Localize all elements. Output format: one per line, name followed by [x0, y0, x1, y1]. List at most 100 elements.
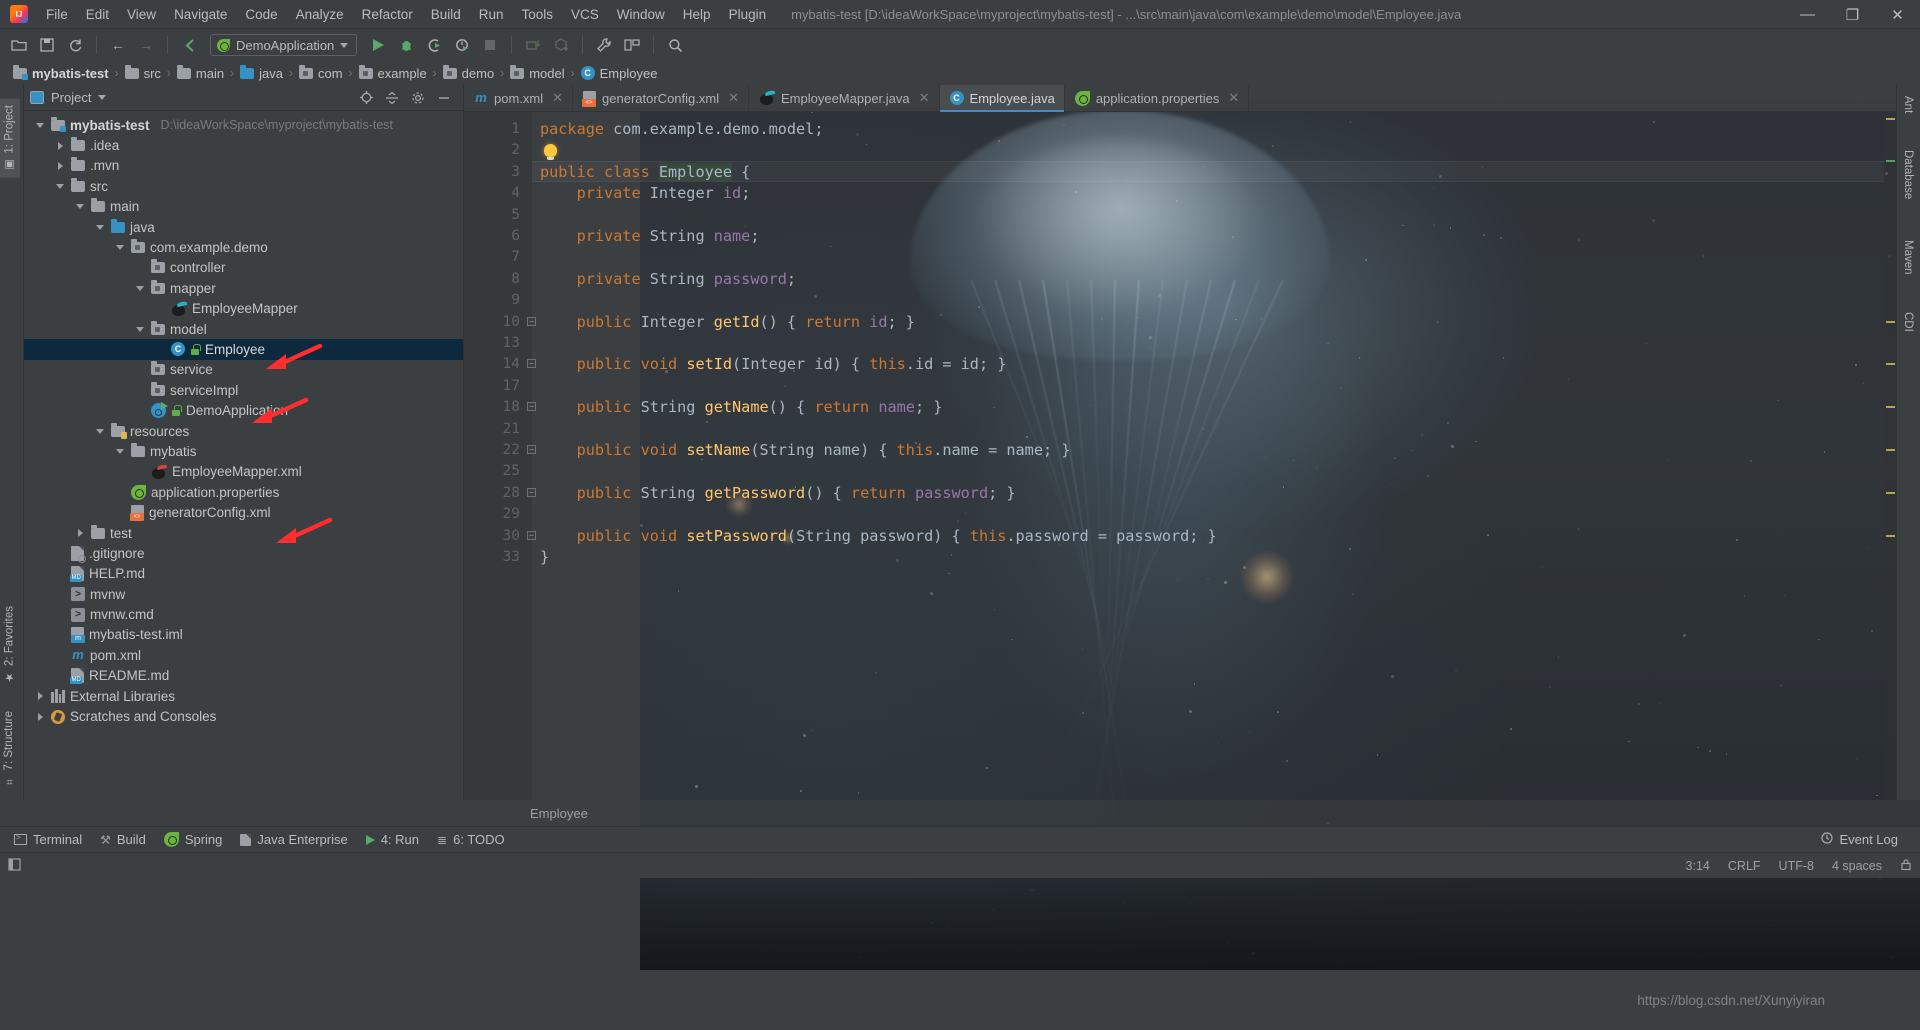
- tree-node-mybatis-test-iml[interactable]: mybatis-test.iml: [24, 625, 463, 645]
- tree-node-employeemapper[interactable]: EmployeeMapper: [24, 299, 463, 319]
- menu-item-file[interactable]: File: [37, 4, 77, 25]
- sidebar-item-project[interactable]: ▣ 1: Project: [0, 99, 20, 178]
- tree-node-java[interactable]: java: [24, 217, 463, 237]
- tree-node-mvnw-cmd[interactable]: mvnw.cmd: [24, 604, 463, 624]
- tree-node-main[interactable]: main: [24, 197, 463, 217]
- expand-arrow-icon[interactable]: [34, 712, 46, 721]
- tree-node-service[interactable]: service: [24, 360, 463, 380]
- navigate-back-icon[interactable]: ←: [105, 32, 131, 58]
- tool-window-6-todo[interactable]: ≣ 6: TODO: [429, 830, 513, 849]
- expand-arrow-icon[interactable]: [34, 692, 46, 701]
- tree-node-help-md[interactable]: MD HELP.md: [24, 564, 463, 584]
- breadcrumb-item-mybatis-test[interactable]: mybatis-test: [8, 64, 114, 81]
- menu-item-build[interactable]: Build: [422, 4, 470, 25]
- collapse-arrow-icon[interactable]: [74, 204, 86, 210]
- tree-node-model[interactable]: model: [24, 319, 463, 339]
- navigate-forward-icon[interactable]: →: [133, 32, 159, 58]
- menu-item-help[interactable]: Help: [674, 4, 720, 25]
- collapse-arrow-icon[interactable]: [54, 183, 66, 189]
- close-button[interactable]: ✕: [1875, 0, 1920, 29]
- close-tab-icon[interactable]: ✕: [552, 90, 563, 106]
- tree-node-com-example-demo[interactable]: com.example.demo: [24, 237, 463, 257]
- code-marker[interactable]: [1886, 363, 1895, 366]
- debug-icon[interactable]: [393, 32, 419, 58]
- run-configuration-selector[interactable]: DemoApplication: [210, 34, 358, 56]
- tool-window-terminal[interactable]: Terminal: [6, 830, 90, 849]
- close-tab-icon[interactable]: ✕: [728, 90, 739, 106]
- file-encoding[interactable]: UTF-8: [1779, 859, 1814, 873]
- tree-node-serviceimpl[interactable]: serviceImpl: [24, 380, 463, 400]
- tree-node-mvnw[interactable]: mvnw: [24, 584, 463, 604]
- editor-tab-application-properties[interactable]: application.properties ✕: [1064, 85, 1250, 111]
- menu-item-view[interactable]: View: [118, 4, 165, 25]
- maximize-button[interactable]: ❐: [1830, 0, 1875, 29]
- read-only-lock-icon[interactable]: [1900, 858, 1912, 874]
- tree-node-pom-xml[interactable]: m pom.xml: [24, 645, 463, 665]
- error-marker-strip[interactable]: [1884, 112, 1896, 800]
- tree-node-mybatis-test[interactable]: mybatis-test D:\ideaWorkSpace\myproject\m…: [24, 115, 463, 135]
- sync-icon[interactable]: [62, 32, 88, 58]
- update-project-icon[interactable]: [520, 32, 546, 58]
- sidebar-item-cdi[interactable]: CDI: [1898, 305, 1918, 339]
- open-folder-icon[interactable]: [6, 32, 32, 58]
- close-tab-icon[interactable]: ✕: [919, 90, 930, 106]
- breadcrumb-item-model[interactable]: model: [505, 64, 569, 81]
- commit-icon[interactable]: [548, 32, 574, 58]
- breadcrumb-item-example[interactable]: example: [354, 64, 432, 81]
- tree-node-application-properties[interactable]: application.properties: [24, 482, 463, 502]
- tree-node-mybatis[interactable]: mybatis: [24, 441, 463, 461]
- save-icon[interactable]: [34, 32, 60, 58]
- tree-node--mvn[interactable]: .mvn: [24, 156, 463, 176]
- editor-tab-employeemapper-java[interactable]: EmployeeMapper.java ✕: [749, 85, 940, 111]
- intention-bulb-icon[interactable]: [544, 144, 557, 161]
- menu-item-edit[interactable]: Edit: [77, 4, 118, 25]
- collapse-arrow-icon[interactable]: [134, 326, 146, 332]
- tree-node-scratches-and-consoles[interactable]: Scratches and Consoles: [24, 706, 463, 726]
- collapse-all-icon[interactable]: [383, 89, 401, 107]
- menu-item-window[interactable]: Window: [608, 4, 674, 25]
- project-panel-title-group[interactable]: Project: [30, 90, 107, 105]
- collapse-arrow-icon[interactable]: [94, 428, 106, 434]
- menu-item-refactor[interactable]: Refactor: [353, 4, 422, 25]
- collapse-arrow-icon[interactable]: [134, 285, 146, 291]
- code-marker[interactable]: [1886, 406, 1895, 409]
- settings-wrench-icon[interactable]: [591, 32, 617, 58]
- collapse-arrow-icon[interactable]: [34, 122, 46, 128]
- caret-position[interactable]: 3:14: [1686, 859, 1710, 873]
- menu-item-navigate[interactable]: Navigate: [165, 4, 236, 25]
- code-marker[interactable]: [1886, 491, 1895, 494]
- hide-panel-icon[interactable]: [435, 89, 453, 107]
- tree-node-employee[interactable]: C Employee: [24, 339, 463, 360]
- collapse-arrow-icon[interactable]: [114, 448, 126, 454]
- settings-gear-icon[interactable]: [409, 89, 427, 107]
- code-editor[interactable]: package com.example.demo.model; public cl…: [532, 112, 1884, 800]
- tree-node-generatorconfig-xml[interactable]: <> generatorConfig.xml: [24, 502, 463, 522]
- tool-window-build[interactable]: ⚒ Build: [92, 830, 154, 849]
- expand-arrow-icon[interactable]: [54, 141, 66, 150]
- sidebar-item-ant[interactable]: Ant: [1898, 89, 1918, 120]
- locate-icon[interactable]: [357, 89, 375, 107]
- sidebar-item-structure[interactable]: ⌗ 7: Structure: [0, 705, 19, 792]
- collapse-arrow-icon[interactable]: [94, 224, 106, 230]
- tree-node-mapper[interactable]: mapper: [24, 278, 463, 298]
- close-tab-icon[interactable]: ✕: [1228, 90, 1239, 106]
- profile-icon[interactable]: [449, 32, 475, 58]
- tree-node-controller[interactable]: controller: [24, 258, 463, 278]
- breadcrumb-item-java[interactable]: java: [235, 64, 288, 81]
- menu-item-vcs[interactable]: VCS: [562, 4, 608, 25]
- editor-tab-employee-java[interactable]: C Employee.java: [939, 85, 1065, 112]
- menu-item-code[interactable]: Code: [236, 4, 286, 25]
- run-icon[interactable]: [365, 32, 391, 58]
- minimize-button[interactable]: —: [1785, 0, 1830, 29]
- sidebar-item-database[interactable]: Database: [1898, 143, 1918, 206]
- search-icon[interactable]: [662, 32, 688, 58]
- breadcrumb-item-employee[interactable]: C Employee: [576, 66, 663, 81]
- sidebar-item-favorites[interactable]: ★ 2: Favorites: [0, 600, 20, 690]
- breadcrumb-item-demo[interactable]: demo: [438, 64, 500, 81]
- code-marker[interactable]: [1886, 449, 1895, 451]
- menu-item-analyze[interactable]: Analyze: [287, 4, 353, 25]
- tree-node-demoapplication[interactable]: DemoApplication: [24, 400, 463, 420]
- tree-node-src[interactable]: src: [24, 176, 463, 196]
- line-separator[interactable]: CRLF: [1728, 859, 1761, 873]
- tree-node-test[interactable]: test: [24, 523, 463, 543]
